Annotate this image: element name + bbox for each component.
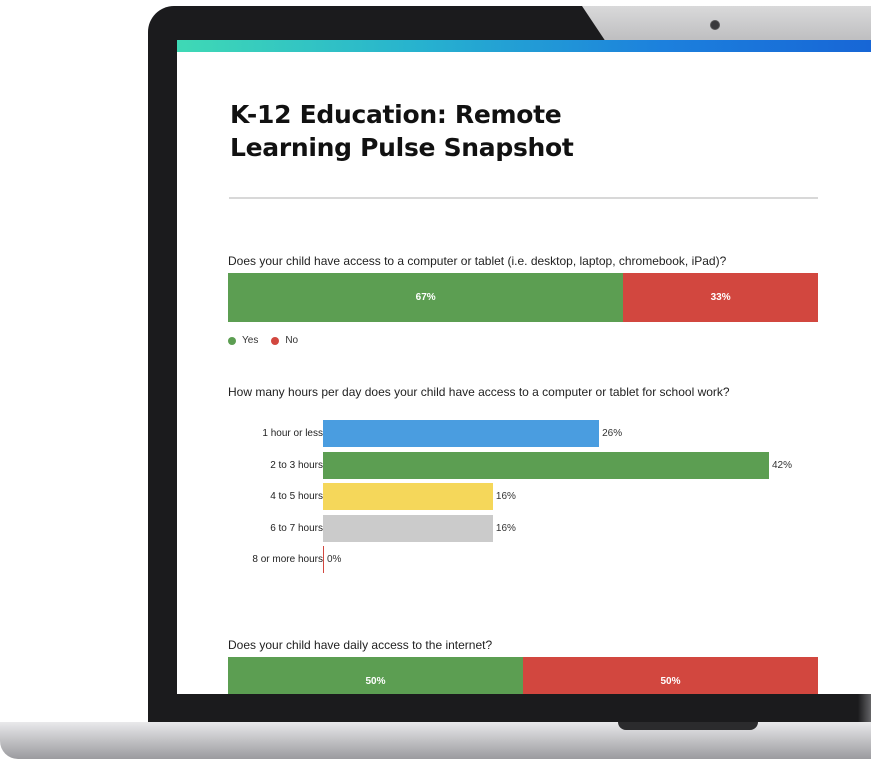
page-title: K-12 Education: Remote Learning Pulse Sn…	[230, 100, 574, 162]
question-computer-access: Does your child have access to a compute…	[228, 254, 727, 268]
laptop-hinge	[858, 690, 871, 724]
category-label: 6 to 7 hours	[270, 522, 323, 534]
bar-row: 8 or more hours 0%	[177, 546, 871, 573]
bar	[323, 483, 493, 510]
hours-per-day-bar-chart: 1 hour or less 26% 2 to 3 hours 42% 4 to 5 h…	[177, 420, 871, 580]
q1-computer-segment-label: 33%	[710, 292, 731, 303]
q3-internet-segment-yes: 50%	[228, 657, 523, 694]
q1-computer-segment-yes: 67%	[228, 273, 624, 322]
category-label: 1 hour or less	[262, 428, 323, 439]
q1-computer-segment-no: 33%	[623, 273, 818, 322]
screen: K-12 Education: Remote Learning Pulse Sn…	[177, 40, 871, 694]
bar-row: 4 to 5 hours 16%	[177, 483, 871, 510]
q1-computer-segment-label: 67%	[415, 292, 436, 303]
category-label: 8 or more hours	[252, 554, 323, 565]
value-label: 16%	[495, 491, 516, 502]
value-label: 26%	[602, 428, 623, 439]
accent-bar	[177, 40, 871, 52]
computer-access-legend: Yes No	[228, 335, 311, 346]
bar	[323, 514, 493, 542]
legend-item-no: No	[271, 335, 298, 346]
q3-internet-segment-label: 50%	[660, 676, 681, 687]
category-label: 2 to 3 hours	[270, 459, 323, 471]
bar-row: 1 hour or less 26%	[177, 420, 871, 447]
internet-access-stacked-bar: 50% 50%	[228, 657, 818, 694]
legend-label: No	[285, 335, 299, 346]
q3-internet-segment-no: 50%	[523, 657, 818, 694]
question-hours-per-day: How many hours per day does your child h…	[228, 385, 730, 399]
bar	[323, 420, 600, 447]
legend-label: Yes	[242, 335, 259, 346]
value-label: 0%	[327, 554, 342, 565]
value-label: 42%	[772, 459, 793, 471]
bar	[323, 546, 324, 573]
bar-row: 2 to 3 hours 42%	[177, 451, 871, 479]
legend-dot-icon	[228, 336, 236, 345]
legend-item-yes: Yes	[228, 335, 258, 346]
laptop-base-notch	[618, 722, 758, 730]
bar	[323, 451, 769, 479]
q3-internet-segment-label: 50%	[365, 676, 386, 687]
webcam-icon	[710, 20, 720, 30]
question-internet-access: Does your child have daily access to the…	[228, 638, 493, 652]
legend-dot-icon	[271, 336, 280, 345]
bar-row: 6 to 7 hours 16%	[177, 514, 871, 542]
value-label: 16%	[495, 522, 516, 534]
computer-access-stacked-bar: 67% 33%	[228, 273, 818, 322]
category-label: 4 to 5 hours	[270, 491, 323, 502]
lid-glare	[582, 6, 871, 42]
title-divider	[229, 197, 818, 199]
